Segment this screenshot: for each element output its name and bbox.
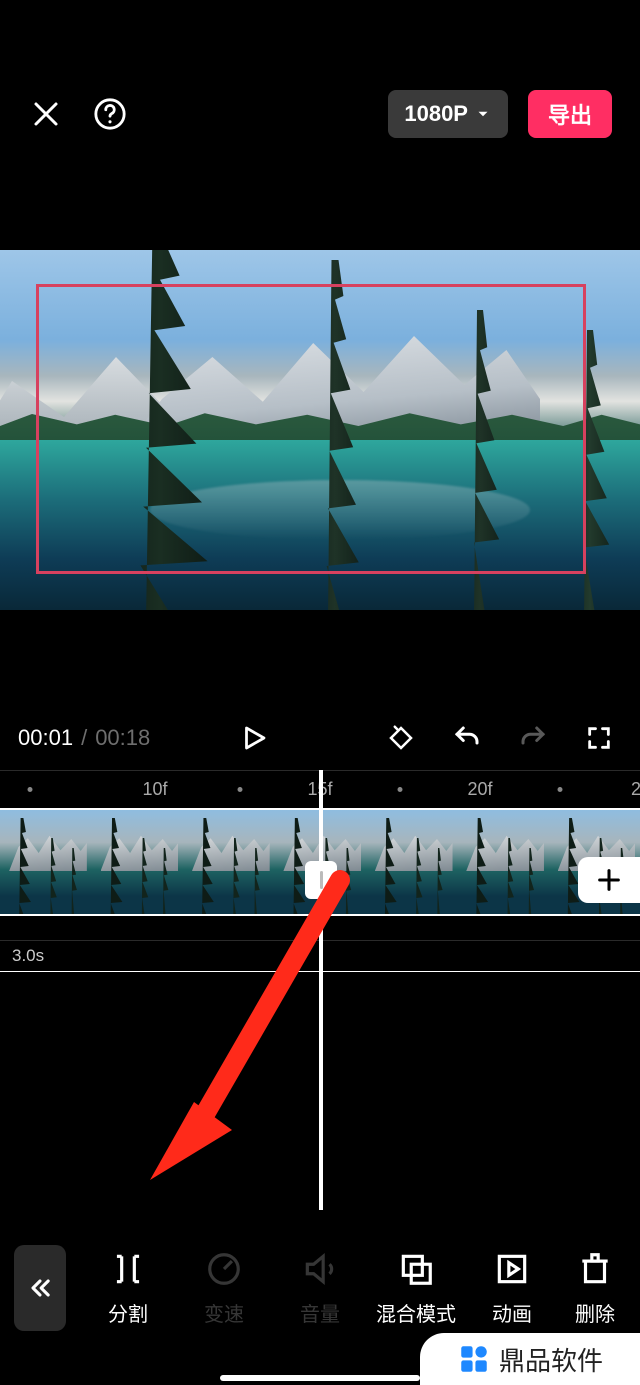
- bottom-toolbar: 分割 变速 音量 混合模式 动画 删除: [0, 1229, 640, 1347]
- tool-split[interactable]: 分割: [80, 1250, 176, 1327]
- undo-button[interactable]: [444, 715, 490, 761]
- resolution-label: 1080P: [404, 101, 468, 127]
- tool-blend[interactable]: 混合模式: [368, 1250, 464, 1327]
- resolution-selector[interactable]: 1080P: [388, 90, 508, 138]
- plus-icon: [595, 866, 623, 894]
- tool-label: 变速: [204, 1298, 244, 1327]
- volume-icon: [301, 1250, 339, 1288]
- tool-volume[interactable]: 音量: [272, 1250, 368, 1327]
- close-icon: [31, 99, 61, 129]
- video-preview[interactable]: [0, 250, 640, 610]
- watermark-text: 鼎品软件: [499, 1341, 603, 1378]
- tool-label: 删除: [575, 1298, 615, 1327]
- help-icon: [93, 97, 127, 131]
- help-button[interactable]: [92, 96, 128, 132]
- time-total: 00:18: [95, 725, 150, 751]
- chevron-double-left-icon: [26, 1274, 54, 1302]
- watermark: 鼎品软件: [420, 1333, 640, 1385]
- add-clip-button[interactable]: [578, 857, 640, 903]
- clip-thumbnail[interactable]: [457, 810, 548, 916]
- ruler-mark: 20f: [467, 779, 492, 800]
- ruler-mark: 10f: [142, 779, 167, 800]
- fullscreen-icon: [585, 724, 613, 752]
- tool-label: 音量: [300, 1298, 340, 1327]
- animation-icon: [493, 1250, 531, 1288]
- split-icon: [109, 1250, 147, 1288]
- tool-label: 动画: [492, 1298, 532, 1327]
- blend-icon: [397, 1250, 435, 1288]
- export-label: 导出: [548, 98, 592, 130]
- redo-icon: [518, 723, 548, 753]
- clip-thumbnail[interactable]: [366, 810, 457, 916]
- crop-frame[interactable]: [36, 284, 586, 574]
- home-indicator: [220, 1375, 420, 1381]
- tool-delete[interactable]: 删除: [560, 1250, 630, 1327]
- tool-label: 混合模式: [376, 1298, 456, 1327]
- keyframe-icon: [386, 723, 416, 753]
- play-icon: [239, 721, 269, 755]
- export-button[interactable]: 导出: [528, 90, 612, 138]
- ruler-mark: 2: [631, 779, 640, 800]
- keyframe-button[interactable]: [378, 715, 424, 761]
- tool-label: 分割: [108, 1298, 148, 1327]
- collapse-toolbar-button[interactable]: [14, 1245, 66, 1331]
- tool-animation[interactable]: 动画: [464, 1250, 560, 1327]
- close-button[interactable]: [28, 96, 64, 132]
- speed-icon: [205, 1250, 243, 1288]
- redo-button[interactable]: [510, 715, 556, 761]
- annotation-arrow: [140, 870, 370, 1190]
- fullscreen-button[interactable]: [576, 715, 622, 761]
- time-current: 00:01: [18, 725, 73, 751]
- delete-icon: [576, 1250, 614, 1288]
- time-separator: /: [81, 725, 87, 751]
- tool-speed[interactable]: 变速: [176, 1250, 272, 1327]
- undo-icon: [452, 723, 482, 753]
- clip-thumbnail[interactable]: [0, 810, 91, 916]
- chevron-down-icon: [474, 105, 492, 123]
- play-button[interactable]: [231, 715, 277, 761]
- player-controls: 00:01 / 00:18: [0, 715, 640, 761]
- track-duration-label: 3.0s: [12, 946, 44, 966]
- watermark-logo-icon: [457, 1342, 491, 1376]
